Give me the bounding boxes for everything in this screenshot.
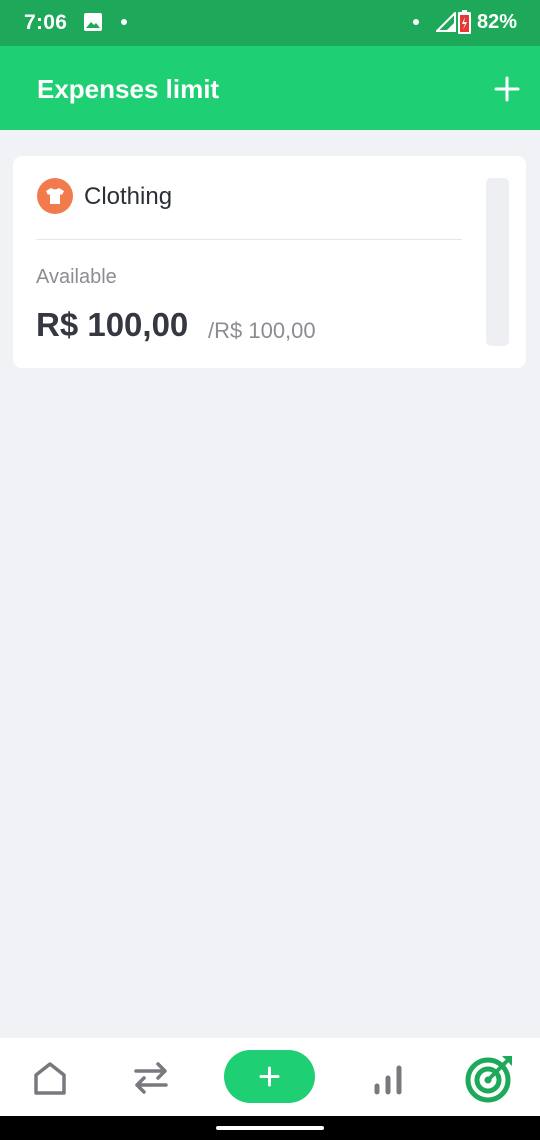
battery-icon <box>458 10 471 34</box>
status-bar: 7:06 82% <box>0 0 540 46</box>
limit-progress-bar <box>486 178 509 346</box>
bottom-navigation <box>0 1038 540 1116</box>
nav-goals[interactable] <box>464 1052 516 1104</box>
bar-chart-icon <box>374 1065 402 1095</box>
signal-icon <box>436 12 456 32</box>
notification-dot <box>413 19 419 25</box>
target-icon <box>465 1056 512 1103</box>
available-amount: R$ 100,00 <box>36 306 189 343</box>
available-label: Available <box>36 266 117 288</box>
home-icon <box>34 1062 66 1095</box>
system-gesture-bar <box>0 1116 540 1140</box>
image-icon <box>84 13 102 31</box>
notification-dot <box>121 19 127 25</box>
plus-icon <box>259 1066 280 1087</box>
shirt-icon <box>46 188 64 204</box>
nav-reports[interactable] <box>372 1060 406 1096</box>
limit-amount: /R$ 100,00 <box>208 318 316 343</box>
expense-limit-card[interactable]: Clothing Available R$ 100,00 /R$ 100,00 <box>13 156 526 368</box>
add-limit-button[interactable] <box>490 72 524 106</box>
plus-icon <box>494 76 520 102</box>
page-title: Expenses limit <box>37 74 220 104</box>
transfer-icon <box>134 1062 168 1094</box>
add-transaction-button[interactable] <box>224 1050 315 1103</box>
nav-home[interactable] <box>32 1060 68 1096</box>
nav-transactions[interactable] <box>132 1060 170 1096</box>
category-name: Clothing <box>84 183 173 210</box>
divider <box>36 239 462 240</box>
app-bar: Expenses limit <box>0 46 540 130</box>
battery-percent: 82% <box>477 11 518 33</box>
home-indicator[interactable] <box>216 1126 324 1130</box>
status-time: 7:06 <box>24 11 68 34</box>
category-icon <box>37 178 73 214</box>
